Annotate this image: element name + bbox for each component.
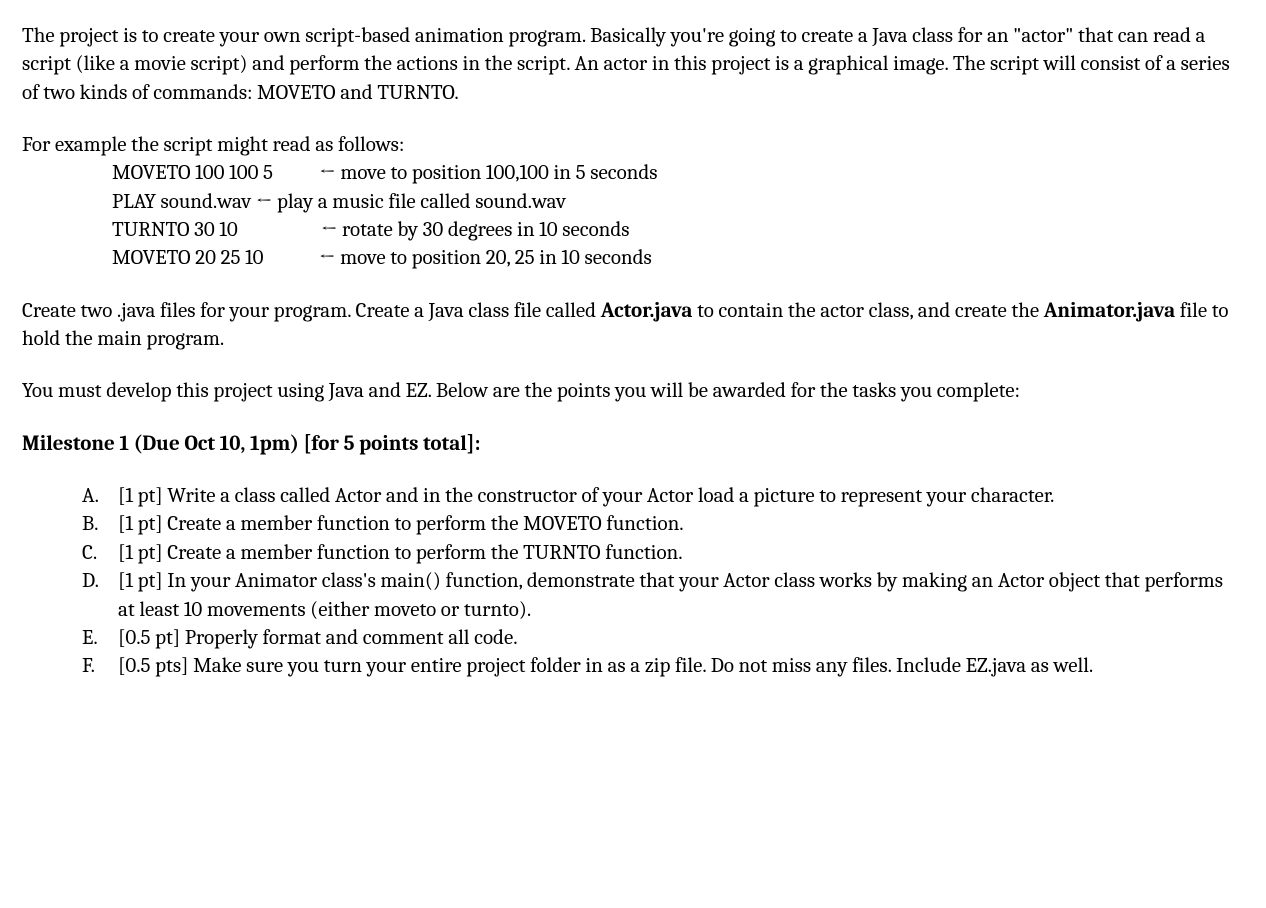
task-item: C. [1 pt] Create a member function to pe… <box>82 539 1244 567</box>
script-cmd: MOVETO 100 100 5 <box>112 159 273 187</box>
left-arrow-icon: ← <box>321 216 342 244</box>
script-pad <box>273 159 319 187</box>
task-marker: D. <box>82 567 118 624</box>
script-desc: move to position 20, 25 in 10 seconds <box>340 244 652 272</box>
task-item: B. [1 pt] Create a member function to pe… <box>82 510 1244 538</box>
files-text: to contain the actor class, and create t… <box>692 299 1043 323</box>
example-lead: For example the script might read as fol… <box>22 131 1244 159</box>
task-text: [0.5 pts] Make sure you turn your entire… <box>118 652 1093 680</box>
milestone-heading: Milestone 1 (Due Oct 10, 1pm) [for 5 poi… <box>22 430 1244 458</box>
left-arrow-icon: ← <box>319 159 340 187</box>
script-line: MOVETO 100 100 5 ← move to position 100,… <box>112 159 1244 187</box>
script-example-block: For example the script might read as fol… <box>22 131 1244 273</box>
script-line: TURNTO 30 10 ← rotate by 30 degrees in 1… <box>112 216 1244 244</box>
task-text: [1 pt] In your Animator class's main() f… <box>118 567 1244 624</box>
task-marker: B. <box>82 510 118 538</box>
script-desc: move to position 100,100 in 5 seconds <box>340 159 657 187</box>
task-text: [1 pt] Create a member function to perfo… <box>118 539 683 567</box>
script-line: PLAY sound.wav ← play a music file calle… <box>112 188 1244 216</box>
task-text: [1 pt] Write a class called Actor and in… <box>118 482 1054 510</box>
dev-paragraph: You must develop this project using Java… <box>22 377 1244 405</box>
task-item: D. [1 pt] In your Animator class's main(… <box>82 567 1244 624</box>
task-item: A. [1 pt] Write a class called Actor and… <box>82 482 1244 510</box>
script-pad <box>264 244 319 272</box>
script-pad <box>238 216 321 244</box>
animator-java-filename: Animator.java <box>1044 299 1175 323</box>
left-arrow-icon: ← <box>256 188 277 216</box>
task-item: F. [0.5 pts] Make sure you turn your ent… <box>82 652 1244 680</box>
files-paragraph: Create two .java files for your program.… <box>22 297 1244 354</box>
intro-paragraph: The project is to create your own script… <box>22 22 1244 107</box>
script-cmd: PLAY sound.wav <box>112 188 256 216</box>
task-item: E. [0.5 pt] Properly format and comment … <box>82 624 1244 652</box>
files-text: Create two .java files for your program.… <box>22 299 601 323</box>
task-marker: F. <box>82 652 118 680</box>
task-text: [1 pt] Create a member function to perfo… <box>118 510 684 538</box>
task-list: A. [1 pt] Write a class called Actor and… <box>22 482 1244 680</box>
script-cmd: TURNTO 30 10 <box>112 216 238 244</box>
script-desc: play a music file called sound.wav <box>277 188 566 216</box>
script-line: MOVETO 20 25 10 ← move to position 20, 2… <box>112 244 1244 272</box>
left-arrow-icon: ← <box>319 244 340 272</box>
task-marker: C. <box>82 539 118 567</box>
actor-java-filename: Actor.java <box>601 299 693 323</box>
task-marker: E. <box>82 624 118 652</box>
task-marker: A. <box>82 482 118 510</box>
script-cmd: MOVETO 20 25 10 <box>112 244 264 272</box>
task-text: [0.5 pt] Properly format and comment all… <box>118 624 518 652</box>
script-desc: rotate by 30 degrees in 10 seconds <box>342 216 630 244</box>
